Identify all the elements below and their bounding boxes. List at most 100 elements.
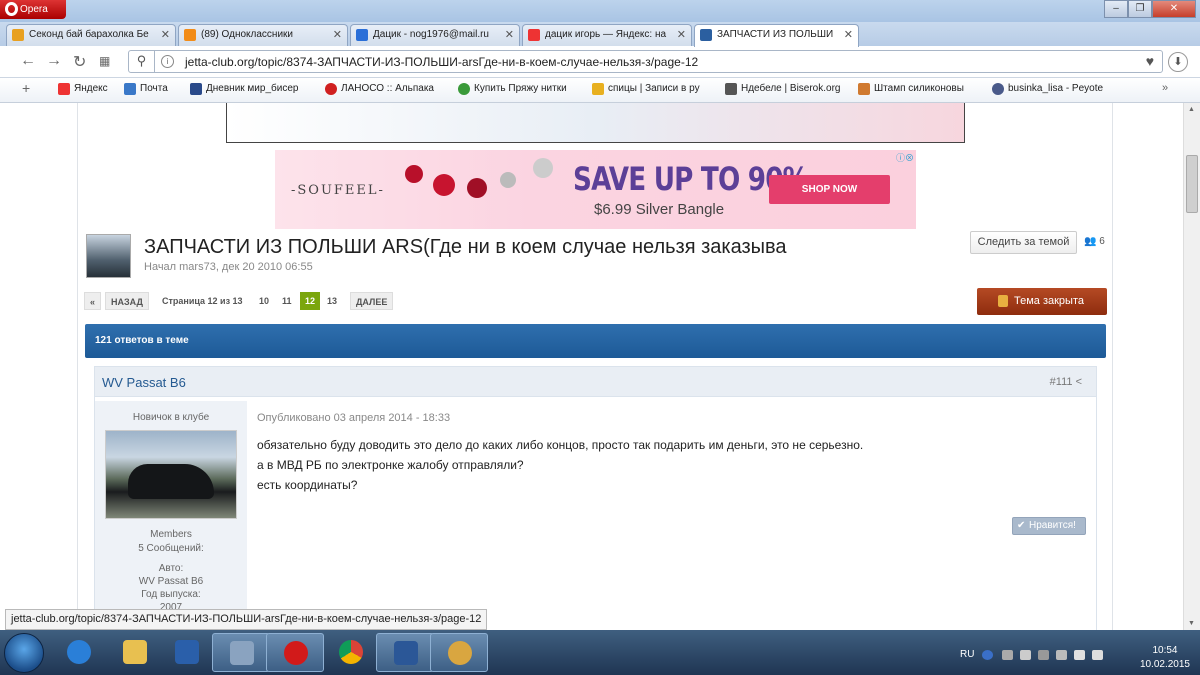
page-link-10[interactable]: 10: [259, 292, 269, 310]
check-icon: ✔: [1017, 520, 1026, 531]
speed-dial-icon[interactable]: ▦: [99, 54, 110, 68]
replies-bar: 121 ответов в теме: [85, 324, 1106, 358]
start-button[interactable]: [4, 633, 44, 673]
scroll-up-icon[interactable]: ▲: [1188, 106, 1195, 113]
charm-silver-icon: [533, 158, 553, 178]
forum-post: WV Passat B6 #111 < Новичок в клубе Memb…: [94, 366, 1097, 630]
bookmark-lanoso[interactable]: ЛАНОСО :: Альпака: [325, 83, 434, 95]
bookmark-ndebele[interactable]: Ндебеле | Biserok.org: [725, 83, 840, 95]
bookmark-diary[interactable]: Дневник мир_бисер: [190, 83, 299, 95]
close-tab-icon[interactable]: ✕: [844, 28, 853, 41]
add-bookmark-icon[interactable]: +: [22, 80, 30, 96]
scrollbar-thumb[interactable]: [1186, 155, 1198, 213]
page-viewport: -SOUFEEL- SAVE UP TO 90% $6.99 Silver Ba…: [0, 103, 1183, 630]
clock[interactable]: 10:54 10.02.2015: [1140, 644, 1190, 672]
close-tab-icon[interactable]: ✕: [505, 28, 514, 41]
tab-3[interactable]: Дацик - nog1976@mail.ru ✕: [350, 24, 520, 46]
volume-icon[interactable]: [1092, 650, 1103, 660]
network-icon[interactable]: [1056, 650, 1067, 660]
more-bookmarks-icon[interactable]: »: [1162, 82, 1168, 94]
system-tray: RU 10:54 10.02.2015: [958, 630, 1200, 675]
bookmark-businka[interactable]: businka_lisa - Peyote: [992, 83, 1103, 95]
like-button[interactable]: ✔ Нравится!: [1012, 517, 1086, 535]
page-link-13[interactable]: 13: [327, 292, 337, 310]
topic-closed-button[interactable]: Тема закрыта: [977, 288, 1107, 315]
tab-5-active[interactable]: ЗАПЧАСТИ ИЗ ПОЛЬШИ ✕: [694, 24, 859, 47]
close-window-button[interactable]: ✕: [1152, 0, 1196, 18]
help-icon[interactable]: [982, 650, 993, 660]
ad-brand: -SOUFEEL-: [291, 183, 385, 198]
close-tab-icon[interactable]: ✕: [333, 28, 342, 41]
close-tab-icon[interactable]: ✕: [677, 28, 686, 41]
bookmark-yandex[interactable]: Яндекс: [58, 83, 108, 95]
folder-icon: [123, 640, 147, 664]
site-info-icon[interactable]: i: [161, 55, 174, 68]
tab-favicon-icon: [356, 29, 368, 41]
taskbar-word[interactable]: [376, 633, 434, 672]
language-indicator[interactable]: RU: [960, 649, 974, 660]
author-auto-label: Авто:: [158, 563, 184, 574]
taskbar-opera[interactable]: [266, 633, 324, 672]
reload-icon[interactable]: ↻: [73, 52, 86, 72]
follow-topic-button[interactable]: Следить за темой: [970, 231, 1077, 254]
ad-info-icon[interactable]: ⓘ⊗: [896, 151, 914, 164]
internet-explorer-icon: [67, 640, 91, 664]
bookmark-needles[interactable]: спицы | Записи в ру: [592, 83, 700, 95]
taskbar-media-player[interactable]: [158, 633, 216, 672]
tab-4[interactable]: дацик игорь — Яндекс: на ✕: [522, 24, 692, 46]
user-icon: [992, 83, 1004, 95]
address-bar[interactable]: ⚲ i jetta-club.org/topic/8374-ЗАПЧАСТИ-И…: [128, 50, 1163, 73]
tray-app-icon[interactable]: [1038, 650, 1049, 660]
scroll-down-icon[interactable]: ▼: [1188, 620, 1195, 627]
vertical-scrollbar[interactable]: ▲ ▼: [1183, 103, 1200, 630]
bookmark-stamp[interactable]: Штамп силиконовы: [858, 83, 964, 95]
page-link-11[interactable]: 11: [282, 292, 292, 310]
mail-icon: [124, 83, 136, 95]
followers-count[interactable]: 👥 6: [1084, 236, 1105, 247]
charm-heart-icon: [500, 172, 516, 188]
maximize-button[interactable]: ❐: [1128, 0, 1152, 18]
top-ad-banner[interactable]: [226, 103, 965, 143]
tab-label: Дацик - nog1976@mail.ru: [373, 29, 489, 40]
url-text[interactable]: jetta-club.org/topic/8374-ЗАПЧАСТИ-ИЗ-ПО…: [185, 55, 698, 69]
shop-now-button[interactable]: SHOP NOW: [769, 175, 890, 204]
minimize-button[interactable]: –: [1104, 0, 1128, 18]
bookmark-mail[interactable]: Почта: [124, 83, 168, 95]
taskbar-app[interactable]: [212, 633, 270, 672]
like-label: Нравится!: [1029, 520, 1076, 531]
topic-author-avatar[interactable]: [86, 234, 131, 278]
first-page-button[interactable]: «: [84, 292, 102, 310]
tray-arrow-icon[interactable]: [1002, 650, 1013, 660]
next-page-button[interactable]: ДАЛЕЕ: [350, 292, 394, 310]
taskbar-paint[interactable]: [430, 633, 488, 672]
forward-icon[interactable]: →: [46, 52, 62, 70]
topic-closed-label: Тема закрыта: [1014, 295, 1084, 307]
post-text-line: есть координаты?: [257, 478, 358, 492]
taskbar-ie[interactable]: [50, 633, 108, 672]
tab-2[interactable]: (89) Одноклассники ✕: [178, 24, 348, 46]
back-icon[interactable]: ←: [20, 52, 36, 70]
bookmark-yarn[interactable]: Купить Пряжу нитки: [458, 83, 567, 95]
taskbar-chrome[interactable]: [322, 633, 380, 672]
prev-page-button[interactable]: НАЗАД: [105, 292, 149, 310]
signal-icon[interactable]: [1074, 650, 1085, 660]
download-icon[interactable]: ⬇: [1168, 52, 1188, 72]
soufeel-ad-banner[interactable]: -SOUFEEL- SAVE UP TO 90% $6.99 Silver Ba…: [275, 150, 916, 229]
opera-menu-button[interactable]: Opera: [0, 0, 66, 19]
tab-favicon-icon: [12, 29, 24, 41]
close-tab-icon[interactable]: ✕: [161, 28, 170, 41]
search-icon[interactable]: ⚲: [129, 51, 155, 72]
flag-icon[interactable]: [1020, 650, 1031, 660]
stamp-icon: [858, 83, 870, 95]
post-number-link[interactable]: #111 <: [1050, 376, 1082, 388]
share-icon[interactable]: <: [1076, 376, 1082, 388]
needles-icon: [592, 83, 604, 95]
tab-favicon-icon: [184, 29, 196, 41]
taskbar-explorer[interactable]: [106, 633, 164, 672]
heart-icon[interactable]: ♥: [1146, 53, 1154, 69]
author-avatar[interactable]: [105, 430, 237, 519]
post-author-link[interactable]: WV Passat B6: [102, 375, 186, 390]
opera-logo-icon: [5, 2, 18, 16]
tab-1[interactable]: Секонд бай барахолка Бе ✕: [6, 24, 176, 46]
bookmark-label: Дневник мир_бисер: [206, 83, 299, 94]
